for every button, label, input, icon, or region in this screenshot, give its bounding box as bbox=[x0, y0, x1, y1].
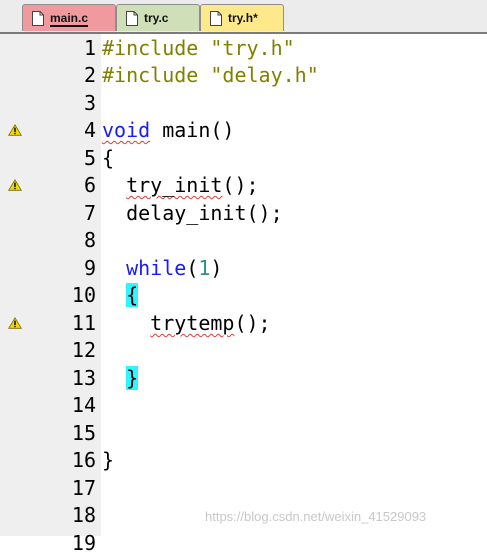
code-text[interactable]: trytemp(); bbox=[102, 310, 271, 336]
code-text[interactable]: void main() bbox=[102, 117, 234, 143]
code-line: 3 bbox=[0, 89, 487, 116]
call-parens: (); bbox=[234, 311, 271, 335]
code-line: 14 bbox=[0, 391, 487, 418]
preprocessor-directive: #include bbox=[102, 63, 199, 87]
include-file: "try.h" bbox=[210, 36, 295, 60]
code-line: 9 while(1) bbox=[0, 254, 487, 281]
code-text[interactable]: { bbox=[102, 282, 139, 308]
line-number: 1 bbox=[83, 36, 96, 60]
tab-try-h[interactable]: try.h* bbox=[200, 4, 284, 31]
line-number: 2 bbox=[83, 63, 96, 87]
line-number: 14 bbox=[71, 393, 96, 417]
code-line: 7 delay_init(); bbox=[0, 199, 487, 226]
code-line: 17 bbox=[0, 474, 487, 501]
line-number: 8 bbox=[83, 228, 96, 252]
warning-icon[interactable] bbox=[7, 178, 23, 191]
code-line: 5 { bbox=[0, 144, 487, 171]
watermark-text: https://blog.csdn.net/weixin_41529093 bbox=[205, 509, 427, 524]
code-line: 1 #include "try.h" bbox=[0, 34, 487, 61]
tab-label: try.h* bbox=[228, 11, 258, 25]
code-line: 12 bbox=[0, 336, 487, 363]
line-number: 6 bbox=[83, 173, 96, 197]
tab-try-c[interactable]: try.c bbox=[116, 4, 200, 31]
line-number: 5 bbox=[83, 146, 96, 170]
matching-brace-close: } bbox=[126, 366, 139, 390]
include-file: "delay.h" bbox=[210, 63, 319, 87]
code-line: 16 } bbox=[0, 446, 487, 473]
keyword-while: while bbox=[126, 256, 187, 280]
line-number: 12 bbox=[71, 338, 96, 362]
tab-main-c[interactable]: main.c bbox=[22, 4, 116, 31]
function-call: trytemp bbox=[150, 311, 235, 335]
call-parens: (); bbox=[222, 173, 259, 197]
code-text[interactable]: #include "delay.h" bbox=[102, 62, 319, 88]
tab-label: main.c bbox=[50, 11, 89, 25]
matching-brace-open: { bbox=[126, 283, 139, 307]
paren: ( bbox=[186, 256, 199, 280]
line-number: 18 bbox=[71, 503, 96, 527]
line-number: 9 bbox=[83, 256, 96, 280]
code-line: 19 bbox=[0, 529, 487, 556]
line-number: 16 bbox=[71, 448, 96, 472]
line-number: 15 bbox=[71, 421, 96, 445]
code-line: 2 #include "delay.h" bbox=[0, 61, 487, 88]
warning-icon[interactable] bbox=[7, 316, 23, 329]
code-line: 6 try_init(); bbox=[0, 171, 487, 198]
function-call: try_init bbox=[126, 173, 223, 197]
line-number: 11 bbox=[71, 311, 96, 335]
code-editor[interactable]: 1 #include "try.h" 2 #include "delay.h" … bbox=[0, 34, 487, 555]
code-text[interactable]: } bbox=[102, 365, 139, 391]
code-text[interactable]: } bbox=[102, 447, 114, 473]
function-call: delay_init(); bbox=[126, 201, 283, 225]
file-icon bbox=[210, 10, 222, 26]
code-line: 13 } bbox=[0, 364, 487, 391]
line-number: 17 bbox=[71, 476, 96, 500]
code-text[interactable]: #include "try.h" bbox=[102, 35, 295, 61]
code-line: 4 void main() bbox=[0, 116, 487, 143]
code-text[interactable]: delay_init(); bbox=[102, 200, 283, 226]
line-number: 4 bbox=[83, 118, 96, 142]
code-line: 10 { bbox=[0, 281, 487, 308]
code-text[interactable]: while(1) bbox=[102, 255, 222, 281]
code-text[interactable]: { bbox=[102, 145, 114, 171]
line-number: 7 bbox=[83, 201, 96, 225]
line-number: 3 bbox=[83, 91, 96, 115]
code-line: 11 trytemp(); bbox=[0, 309, 487, 336]
tab-strip: main.c try.c try.h* bbox=[0, 0, 487, 34]
line-number: 10 bbox=[71, 283, 96, 307]
file-icon bbox=[32, 10, 44, 26]
code-text[interactable]: try_init(); bbox=[102, 172, 259, 198]
line-number: 19 bbox=[71, 531, 96, 555]
number-literal: 1 bbox=[198, 256, 211, 280]
warning-icon[interactable] bbox=[7, 123, 23, 136]
paren: ) bbox=[210, 256, 223, 280]
code-line: 8 bbox=[0, 226, 487, 253]
preprocessor-directive: #include bbox=[102, 36, 199, 60]
keyword-void: void bbox=[102, 118, 151, 142]
file-icon bbox=[126, 10, 138, 26]
function-signature: main() bbox=[150, 118, 235, 142]
tab-label: try.c bbox=[144, 11, 169, 25]
code-line: 15 bbox=[0, 419, 487, 446]
line-number: 13 bbox=[71, 366, 96, 390]
